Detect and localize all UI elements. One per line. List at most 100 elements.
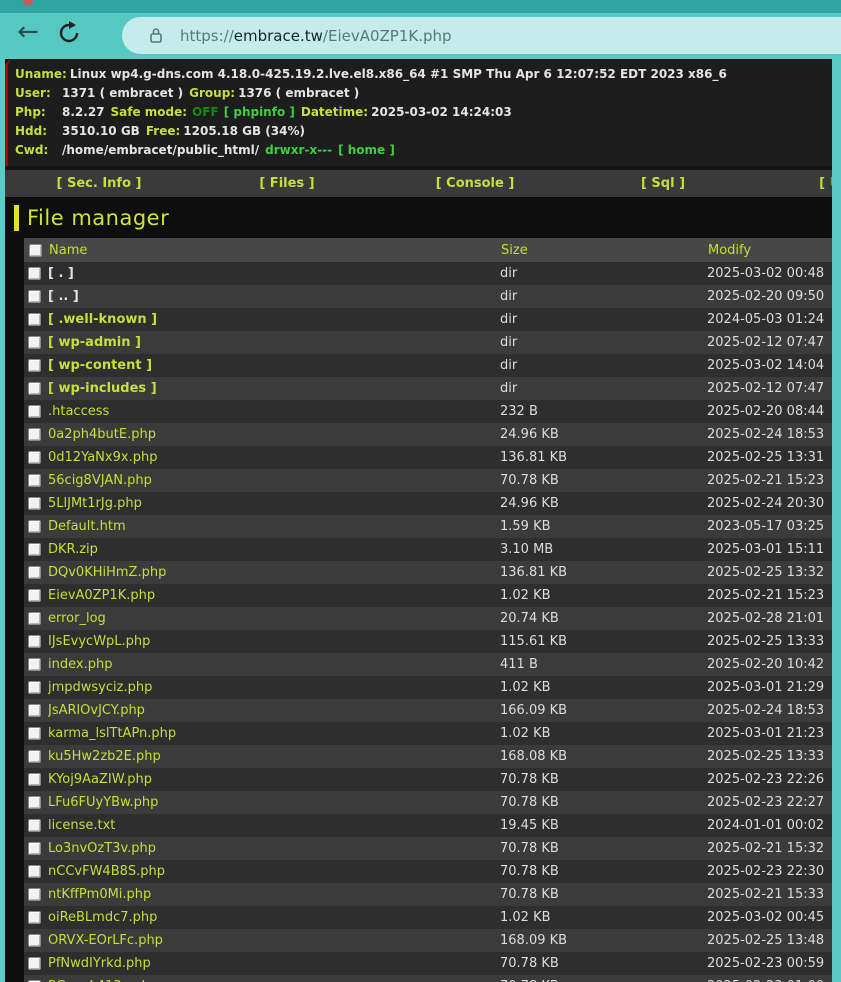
row-checkbox[interactable]: [28, 934, 41, 947]
file-name-link[interactable]: IJsEvycWpL.php: [48, 634, 150, 649]
row-checkbox[interactable]: [28, 290, 41, 303]
column-header-modify[interactable]: Modify: [707, 238, 832, 262]
refresh-button[interactable]: [56, 20, 82, 46]
row-checkbox[interactable]: [28, 727, 41, 740]
file-name-link[interactable]: 56cig8VJAN.php: [48, 473, 152, 488]
row-checkbox[interactable]: [28, 543, 41, 556]
row-name-cell: EievA0ZP1K.php: [48, 584, 500, 607]
file-modify: 2025-02-12 07:47: [707, 381, 825, 396]
url-text[interactable]: https://embrace.tw/EievA0ZP1K.php: [180, 27, 452, 45]
file-name-link[interactable]: [ .well-known ]: [48, 312, 157, 327]
column-header-size[interactable]: Size: [500, 238, 707, 262]
file-name-link[interactable]: 5LlJMt1rJg.php: [48, 496, 142, 511]
url-domain: embrace.tw: [233, 26, 323, 45]
file-modify: 2025-02-25 13:32: [707, 565, 825, 580]
row-checkbox[interactable]: [28, 911, 41, 924]
file-name-link[interactable]: JsARlOvJCY.php: [48, 703, 145, 718]
url-bar[interactable]: https://embrace.tw/EievA0ZP1K.php: [122, 17, 841, 54]
datetime-label: Datetime:: [300, 105, 369, 119]
row-checkbox[interactable]: [28, 658, 41, 671]
phpinfo-link[interactable]: [ phpinfo ]: [224, 105, 295, 119]
row-checkbox[interactable]: [28, 589, 41, 602]
back-button[interactable]: ←: [12, 17, 44, 49]
row-checkbox[interactable]: [28, 267, 41, 280]
row-checkbox-cell: [24, 538, 48, 561]
file-modify: 2024-01-01 00:02: [707, 818, 825, 833]
nav-tab-update[interactable]: [ UPdate: [757, 170, 832, 197]
file-name-link[interactable]: 0a2ph4butE.php: [48, 427, 156, 442]
file-name-link[interactable]: LFu6FUyYBw.php: [48, 795, 158, 810]
row-checkbox[interactable]: [28, 704, 41, 717]
php-label: Php:: [15, 105, 46, 119]
row-checkbox[interactable]: [28, 520, 41, 533]
row-checkbox[interactable]: [28, 451, 41, 464]
file-name-link[interactable]: [ wp-admin ]: [48, 335, 141, 350]
row-checkbox[interactable]: [28, 842, 41, 855]
system-info-panel: Uname: Linux wp4.g-dns.com 4.18.0-425.19.…: [5, 59, 832, 166]
row-checkbox[interactable]: [28, 497, 41, 510]
file-name-link[interactable]: karma_lslTtAPn.php: [48, 726, 176, 741]
row-checkbox[interactable]: [28, 359, 41, 372]
nav-tab-sql[interactable]: [ Sql ]: [569, 170, 757, 197]
table-row: IJsEvycWpL.php 115.61 KB 2025-02-25 13:3…: [24, 630, 832, 653]
file-name-link[interactable]: nCCvFW4B8S.php: [48, 864, 165, 879]
file-name-link[interactable]: license.txt: [48, 818, 115, 833]
file-name-link[interactable]: ORVX-EOrLFc.php: [48, 933, 163, 948]
file-name-link[interactable]: PfNwdIYrkd.php: [48, 956, 151, 971]
file-name-link[interactable]: error_log: [48, 611, 106, 626]
row-checkbox[interactable]: [28, 612, 41, 625]
file-size: 3.10 MB: [500, 542, 554, 557]
file-modify: 2025-02-25 13:33: [707, 634, 825, 649]
select-all-checkbox[interactable]: [29, 243, 42, 257]
file-name-link[interactable]: DQv0KHiHmZ.php: [48, 565, 166, 580]
row-checkbox[interactable]: [28, 336, 41, 349]
cwd-perm-link[interactable]: drwxr-x---: [265, 143, 332, 157]
file-name-link[interactable]: Lo3nvOzT3v.php: [48, 841, 156, 856]
file-name-link[interactable]: DKR.zip: [48, 542, 98, 557]
row-checkbox[interactable]: [28, 819, 41, 832]
nav-tab-files[interactable]: [ Files ]: [193, 170, 381, 197]
file-name-link[interactable]: oiReBLmdc7.php: [48, 910, 157, 925]
file-name-link[interactable]: [ . ]: [48, 266, 74, 281]
file-size: 1.02 KB: [500, 588, 551, 603]
row-checkbox[interactable]: [28, 865, 41, 878]
file-name-link[interactable]: Default.htm: [48, 519, 126, 534]
file-name-link[interactable]: [ wp-includes ]: [48, 381, 157, 396]
column-header-name[interactable]: Name: [48, 238, 500, 262]
row-checkbox[interactable]: [28, 681, 41, 694]
row-checkbox[interactable]: [28, 566, 41, 579]
file-name-link[interactable]: EievA0ZP1K.php: [48, 588, 155, 603]
table-row: oiReBLmdc7.php 1.02 KB 2025-03-02 00:45: [24, 906, 832, 929]
file-name-link[interactable]: .htaccess: [48, 404, 109, 419]
row-checkbox[interactable]: [28, 796, 41, 809]
file-name-link[interactable]: 0d12YaNx9x.php: [48, 450, 157, 465]
home-link[interactable]: [ home ]: [338, 143, 395, 157]
file-name-link[interactable]: [ wp-content ]: [48, 358, 152, 373]
lock-icon[interactable]: [149, 27, 163, 44]
file-size: 70.78 KB: [500, 864, 559, 879]
row-checkbox[interactable]: [28, 405, 41, 418]
row-checkbox[interactable]: [28, 750, 41, 763]
table-row: EievA0ZP1K.php 1.02 KB 2025-02-21 15:23: [24, 584, 832, 607]
row-checkbox[interactable]: [28, 957, 41, 970]
row-name-cell: DKR.zip: [48, 538, 500, 561]
section-title-bar: File manager: [5, 197, 832, 238]
file-name-link[interactable]: index.php: [48, 657, 112, 672]
file-name-link[interactable]: [ .. ]: [48, 289, 79, 304]
row-checkbox[interactable]: [28, 382, 41, 395]
row-checkbox[interactable]: [28, 635, 41, 648]
row-checkbox[interactable]: [28, 313, 41, 326]
file-name-link[interactable]: jmpdwsyciz.php: [48, 680, 152, 695]
file-name-link[interactable]: ntKffPm0Mi.php: [48, 887, 151, 902]
nav-tab-sec-info[interactable]: [ Sec. Info ]: [5, 170, 193, 197]
nav-tab-console[interactable]: [ Console ]: [381, 170, 569, 197]
row-checkbox[interactable]: [28, 773, 41, 786]
row-name-cell: Default.htm: [48, 515, 500, 538]
row-checkbox[interactable]: [28, 428, 41, 441]
row-checkbox-cell: [24, 929, 48, 952]
row-checkbox[interactable]: [28, 474, 41, 487]
shell-nav: [ Sec. Info ] [ Files ] [ Console ] [ Sq…: [5, 170, 832, 197]
row-checkbox[interactable]: [28, 888, 41, 901]
file-name-link[interactable]: KYoj9AaZIW.php: [48, 772, 152, 787]
file-name-link[interactable]: ku5Hw2zb2E.php: [48, 749, 161, 764]
